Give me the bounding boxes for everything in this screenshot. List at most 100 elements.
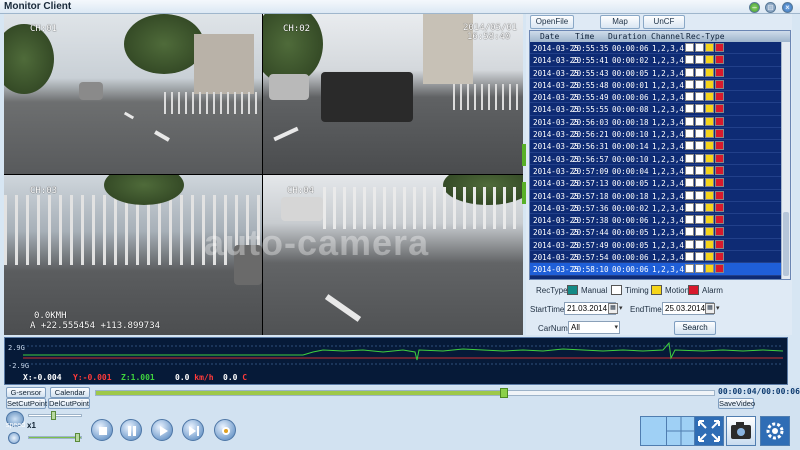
- calendar-button[interactable]: Calendar: [50, 387, 90, 398]
- rec-type-indicator: [715, 55, 724, 65]
- quad-view-button[interactable]: [666, 416, 696, 446]
- save-video-button[interactable]: SaveVideo: [718, 398, 755, 409]
- speed-slider[interactable]: [28, 411, 82, 420]
- table-row[interactable]: 2014-03-25 20:56:21 00:00:10 1,2,3,4: [530, 128, 782, 141]
- cell-channel: 1,2,3,4: [652, 191, 685, 201]
- speed-label: speed: [6, 422, 26, 429]
- uncf-button[interactable]: UnCF: [643, 15, 685, 29]
- rec-type-indicator: [695, 252, 704, 262]
- table-header: Date Time Duration Channel Rec-Type: [530, 31, 790, 42]
- cell-channel: 1,2,3,4: [652, 56, 685, 66]
- minimize-icon[interactable]: –: [749, 2, 760, 13]
- legend-swatch-alarm: [688, 285, 699, 295]
- rec-type-indicator: [685, 67, 694, 77]
- table-row[interactable]: 2014-03-25 20:56:57 00:00:10 1,2,3,4: [530, 153, 782, 165]
- fullscreen-button[interactable]: [694, 416, 724, 446]
- column-header-time[interactable]: Time: [575, 32, 594, 41]
- table-row[interactable]: 2014-03-25 20:58:10 00:00:06 1,2,3,4: [530, 263, 782, 276]
- rec-type-indicator: [715, 190, 724, 200]
- speed-slider-handle[interactable]: [51, 411, 56, 420]
- close-icon[interactable]: ×: [782, 2, 793, 13]
- snapshot-button[interactable]: [214, 419, 236, 441]
- scrollbar-thumb[interactable]: [783, 212, 789, 276]
- maximize-icon[interactable]: □: [765, 2, 776, 13]
- volume-slider-handle[interactable]: [75, 433, 80, 442]
- table-row[interactable]: 2014-03-25 20:55:35 00:00:06 1,2,3,4: [530, 42, 782, 55]
- table-row[interactable]: 2014-03-25 20:57:54 00:00:06 1,2,3,4: [530, 251, 782, 264]
- table-row[interactable]: 2014-03-25 20:55:49 00:00:06 1,2,3,4: [530, 91, 782, 104]
- camera-view-2[interactable]: CH:02 2014/05/01 16:58:40: [263, 14, 523, 174]
- cell-channel: 1,2,3,4: [652, 130, 685, 140]
- table-row[interactable]: 2014-03-25 20:55:48 00:00:01 1,2,3,4: [530, 79, 782, 92]
- rec-type-indicator: [685, 129, 694, 139]
- rec-type-indicator: [705, 92, 714, 102]
- cell-duration: 00:00:18: [612, 117, 649, 127]
- cell-channel: 1,2,3,4: [652, 142, 685, 152]
- rec-type-legend: RecType Manual Timing Motion Alarm: [526, 284, 792, 298]
- calendar-icon[interactable]: ▦: [608, 303, 618, 314]
- play-button[interactable]: [151, 419, 173, 441]
- cell-channel: 1,2,3,4: [652, 179, 685, 189]
- start-time-label: StartTime: [530, 305, 565, 314]
- table-row[interactable]: 2014-03-25 20:55:43 00:00:05 1,2,3,4: [530, 67, 782, 79]
- table-row[interactable]: 2014-03-25 20:55:41 00:00:02 1,2,3,4: [530, 54, 782, 67]
- rec-type-indicator: [695, 67, 704, 77]
- volume-slider[interactable]: [28, 433, 82, 442]
- cell-duration: 00:00:18: [612, 191, 649, 201]
- column-header-duration[interactable]: Duration: [608, 32, 647, 41]
- step-forward-button[interactable]: [182, 419, 204, 441]
- camera-icon: [731, 422, 751, 439]
- table-row[interactable]: 2014-03-25 20:57:18 00:00:18 1,2,3,4: [530, 190, 782, 202]
- table-row[interactable]: 2014-03-25 20:57:09 00:00:04 1,2,3,4: [530, 165, 782, 178]
- calendar-icon[interactable]: ▦: [705, 303, 715, 314]
- g-sensor-graph[interactable]: 2.9G -2.9G X:-0.004 Y:-0.001 Z:1.001 0.0…: [4, 337, 788, 385]
- car-num-select[interactable]: All ▾: [568, 321, 620, 334]
- table-row[interactable]: 2014-03-25 20:55:55 00:00:08 1,2,3,4: [530, 103, 782, 116]
- cell-duration: 00:00:06: [612, 93, 649, 103]
- cell-time: 20:57:49: [572, 240, 609, 250]
- table-scrollbar[interactable]: [781, 42, 790, 279]
- table-row[interactable]: 2014-03-25 20:57:38 00:00:06 1,2,3,4: [530, 214, 782, 227]
- camera-label: CH:03: [30, 186, 58, 196]
- rec-type-indicator: [695, 215, 704, 225]
- map-button[interactable]: Map: [600, 15, 640, 29]
- search-button[interactable]: Search: [674, 321, 716, 335]
- chevron-down-icon[interactable]: ▾: [716, 304, 720, 312]
- legend-swatch-motion: [651, 285, 662, 295]
- column-header-rec-type[interactable]: Rec-Type: [686, 32, 725, 41]
- table-row[interactable]: 2014-03-25 20:57:36 00:00:02 1,2,3,4: [530, 202, 782, 215]
- rec-type-indicator: [715, 239, 724, 249]
- rec-type-indicator: [715, 79, 724, 89]
- pause-button[interactable]: [120, 419, 142, 441]
- legend-label-alarm: Alarm: [702, 286, 723, 295]
- settings-button[interactable]: [760, 416, 790, 446]
- camera-view-1[interactable]: CH:01: [4, 14, 262, 174]
- capture-button[interactable]: [726, 416, 756, 446]
- del-cut-point-button[interactable]: DelCutPoint: [48, 398, 90, 409]
- step-forward-icon: [189, 426, 199, 436]
- table-row[interactable]: 2014-03-25 20:57:49 00:00:05 1,2,3,4: [530, 239, 782, 252]
- column-header-channel[interactable]: Channel: [651, 32, 685, 41]
- seek-bar[interactable]: [95, 388, 715, 398]
- cell-time: 20:57:38: [572, 216, 609, 226]
- rec-type-indicator: [715, 129, 724, 139]
- chevron-down-icon[interactable]: ▾: [619, 304, 623, 312]
- stop-button[interactable]: [91, 419, 113, 441]
- g-sensor-button[interactable]: G-sensor: [6, 387, 46, 398]
- z-axis-readout: Z:1.001: [121, 373, 155, 382]
- video-grid[interactable]: CH:01 CH:02 2014/05/01 16:58:40 CH:03 0.…: [4, 14, 523, 335]
- rec-type-indicator: [705, 252, 714, 262]
- table-row[interactable]: 2014-03-25 20:57:44 00:00:05 1,2,3,4: [530, 226, 782, 239]
- rec-type-indicator: [705, 215, 714, 225]
- camera-label: CH:01: [30, 24, 58, 34]
- recordings-table[interactable]: Date Time Duration Channel Rec-Type 2014…: [529, 30, 791, 280]
- table-row[interactable]: 2014-03-25 20:56:31 00:00:14 1,2,3,4: [530, 140, 782, 153]
- table-row[interactable]: 2014-03-25 20:57:13 00:00:05 1,2,3,4: [530, 177, 782, 190]
- rec-type-indicator: [695, 55, 704, 65]
- open-file-button[interactable]: OpenFile: [530, 15, 574, 29]
- set-cut-point-button[interactable]: SetCutPoint: [6, 398, 47, 409]
- seek-handle[interactable]: [499, 388, 508, 398]
- table-row[interactable]: 2014-03-25 20:56:03 00:00:18 1,2,3,4: [530, 116, 782, 129]
- column-header-date[interactable]: Date: [540, 32, 559, 41]
- cell-time: 20:55:43: [572, 68, 609, 78]
